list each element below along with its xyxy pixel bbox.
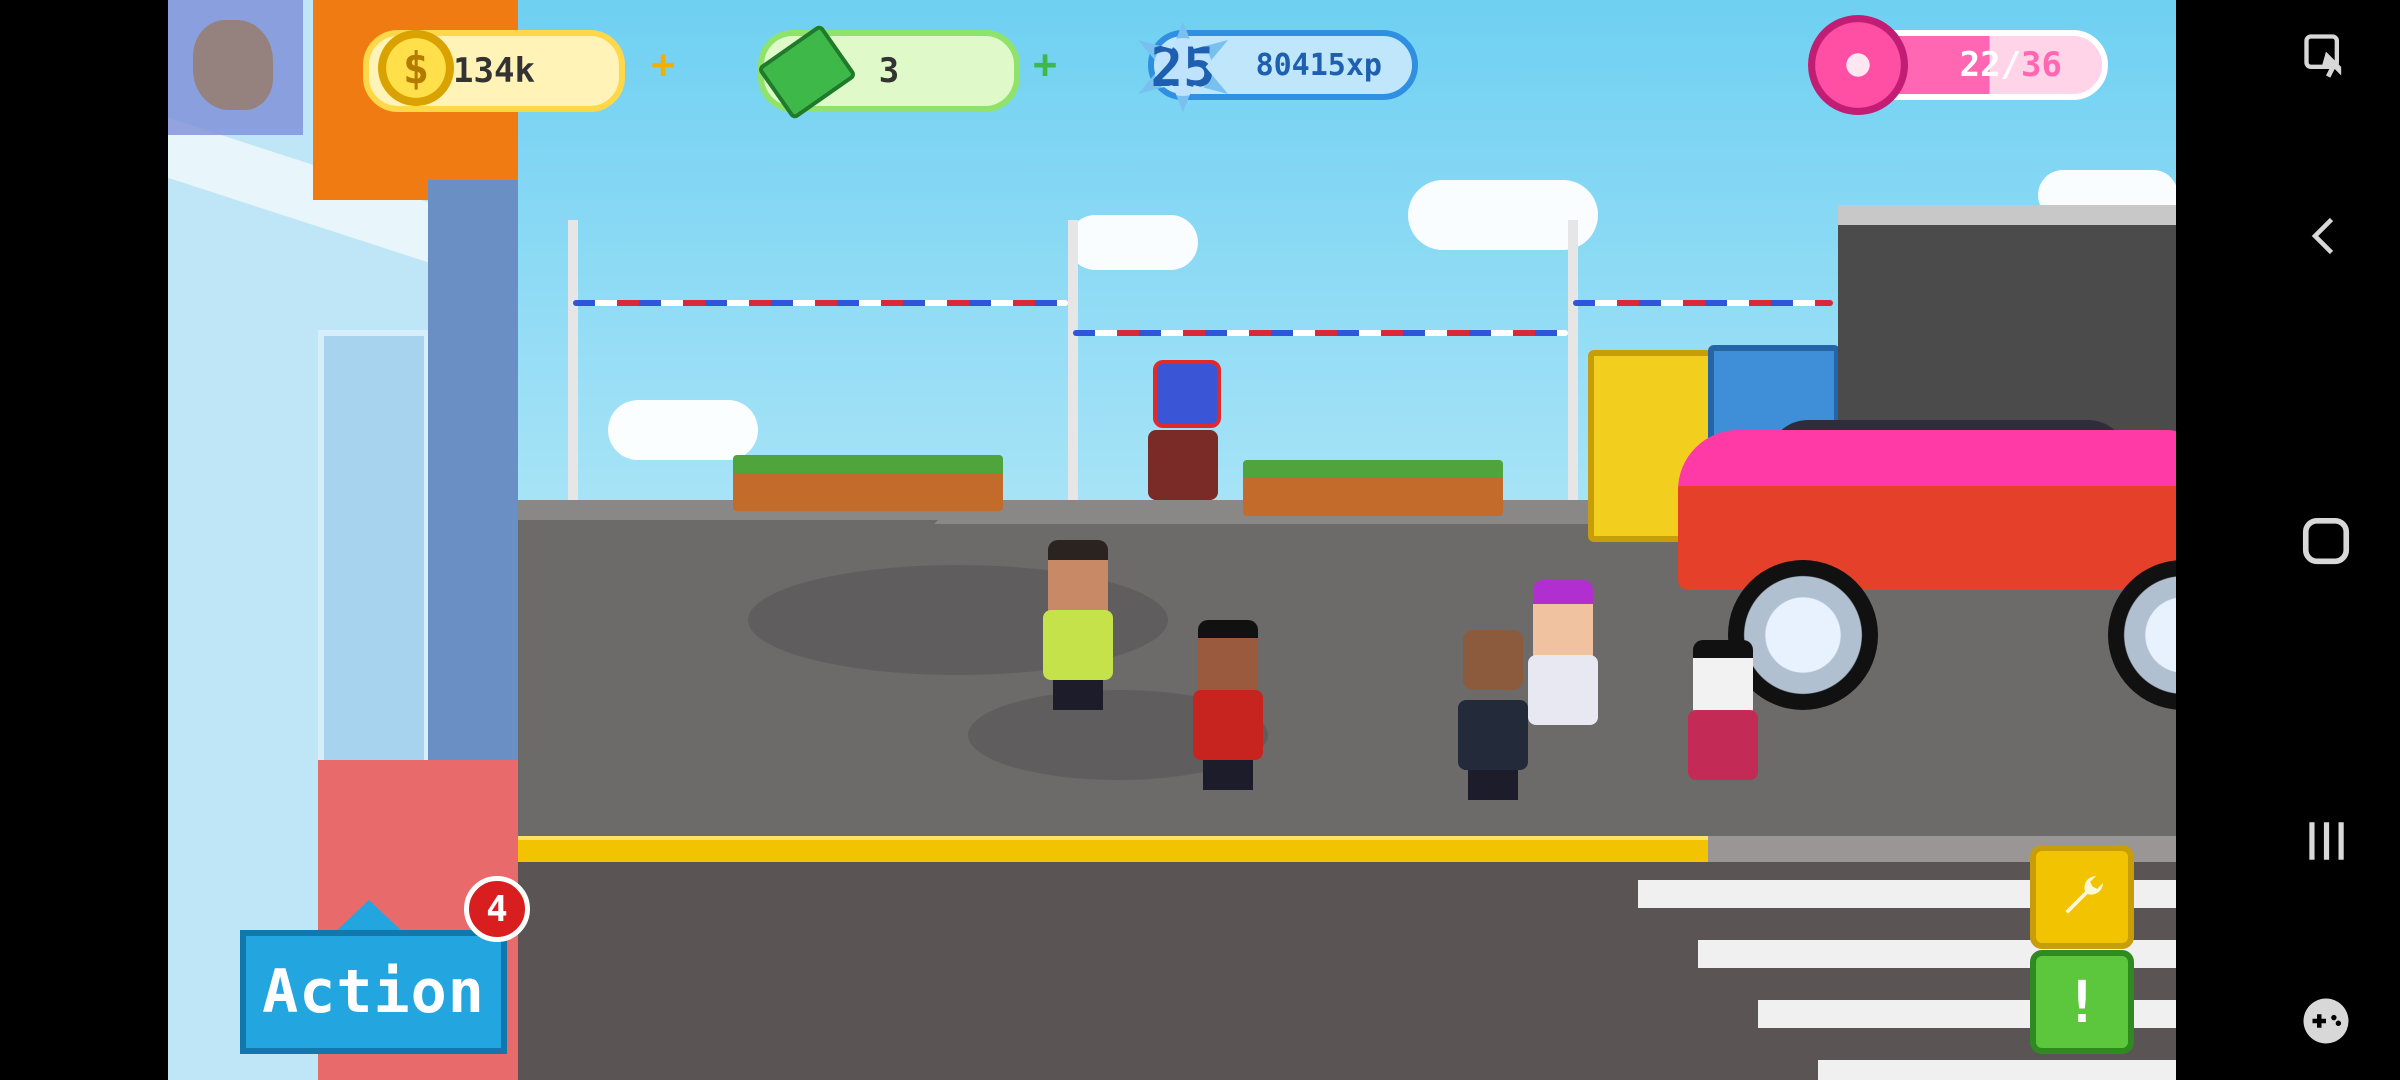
skull-paint-character[interactable]: [1668, 620, 1778, 820]
flag-pole: [1068, 220, 1078, 510]
coins-value: 134k: [453, 51, 535, 91]
game-viewport[interactable]: 134k $ + 3 + 80415xp 25 22/36 Action 4 !: [168, 0, 2176, 1080]
recents-icon[interactable]: [2295, 810, 2357, 872]
bunting: [1573, 300, 1833, 306]
character-body: [1043, 610, 1113, 680]
cash-value: 3: [878, 51, 900, 91]
badge-count: 4: [486, 888, 508, 930]
back-icon[interactable]: [2295, 205, 2357, 267]
character-head: [1198, 620, 1258, 698]
character-head: [1048, 540, 1108, 620]
character-head: [1693, 640, 1753, 718]
alert-icon: !: [2064, 968, 2100, 1036]
character-body: [1148, 430, 1218, 500]
add-cash-button[interactable]: +: [1033, 42, 1057, 88]
crosswalk-stripe: [1818, 1060, 2176, 1080]
avatar-icon: [193, 20, 273, 110]
profile-avatar[interactable]: [168, 0, 303, 135]
home-icon[interactable]: [2295, 510, 2357, 572]
pink-monster-car[interactable]: [1678, 430, 2176, 590]
planter: [733, 455, 1003, 511]
add-coins-button[interactable]: +: [651, 42, 675, 88]
building-pillar: [428, 180, 518, 820]
planter: [1243, 460, 1503, 516]
accessibility-icon[interactable]: [2295, 25, 2357, 87]
gamepad-icon[interactable]: [2295, 990, 2357, 1052]
donuts-max: 36: [2021, 45, 2062, 85]
cloud: [608, 400, 758, 460]
action-label: Action: [262, 957, 485, 1027]
character-head: [1533, 580, 1593, 664]
flag-pole: [1568, 220, 1578, 510]
cloud: [1068, 215, 1198, 270]
coin-icon: $: [378, 30, 454, 106]
purple-hair-character[interactable]: [1508, 560, 1618, 760]
character-legs: [1053, 680, 1103, 710]
red-jacket-character[interactable]: [1168, 600, 1288, 820]
luchador-character[interactable]: [1128, 330, 1238, 530]
flag-pole: [568, 220, 578, 510]
donuts-current: 22/: [1959, 45, 2022, 85]
donut-icon: [1808, 15, 1908, 115]
character-legs: [1468, 770, 1518, 800]
wrench-button[interactable]: [2030, 845, 2134, 949]
xp-value: 80415xp: [1255, 47, 1382, 83]
character-head: [1153, 360, 1221, 428]
character-body: [1688, 710, 1758, 780]
character-legs: [1203, 760, 1253, 790]
character-body: [1528, 655, 1598, 725]
dreadlocks-character[interactable]: [1028, 510, 1138, 720]
glass-door: [318, 330, 430, 772]
alert-button[interactable]: !: [2030, 950, 2134, 1054]
bunting: [573, 300, 1068, 306]
character-body: [1193, 690, 1263, 760]
action-arrow-icon: [333, 900, 405, 934]
action-notification-badge: 4: [464, 876, 530, 942]
wrench-icon: [2065, 876, 2103, 914]
action-button[interactable]: Action: [240, 930, 507, 1054]
coin-symbol: $: [402, 42, 430, 94]
